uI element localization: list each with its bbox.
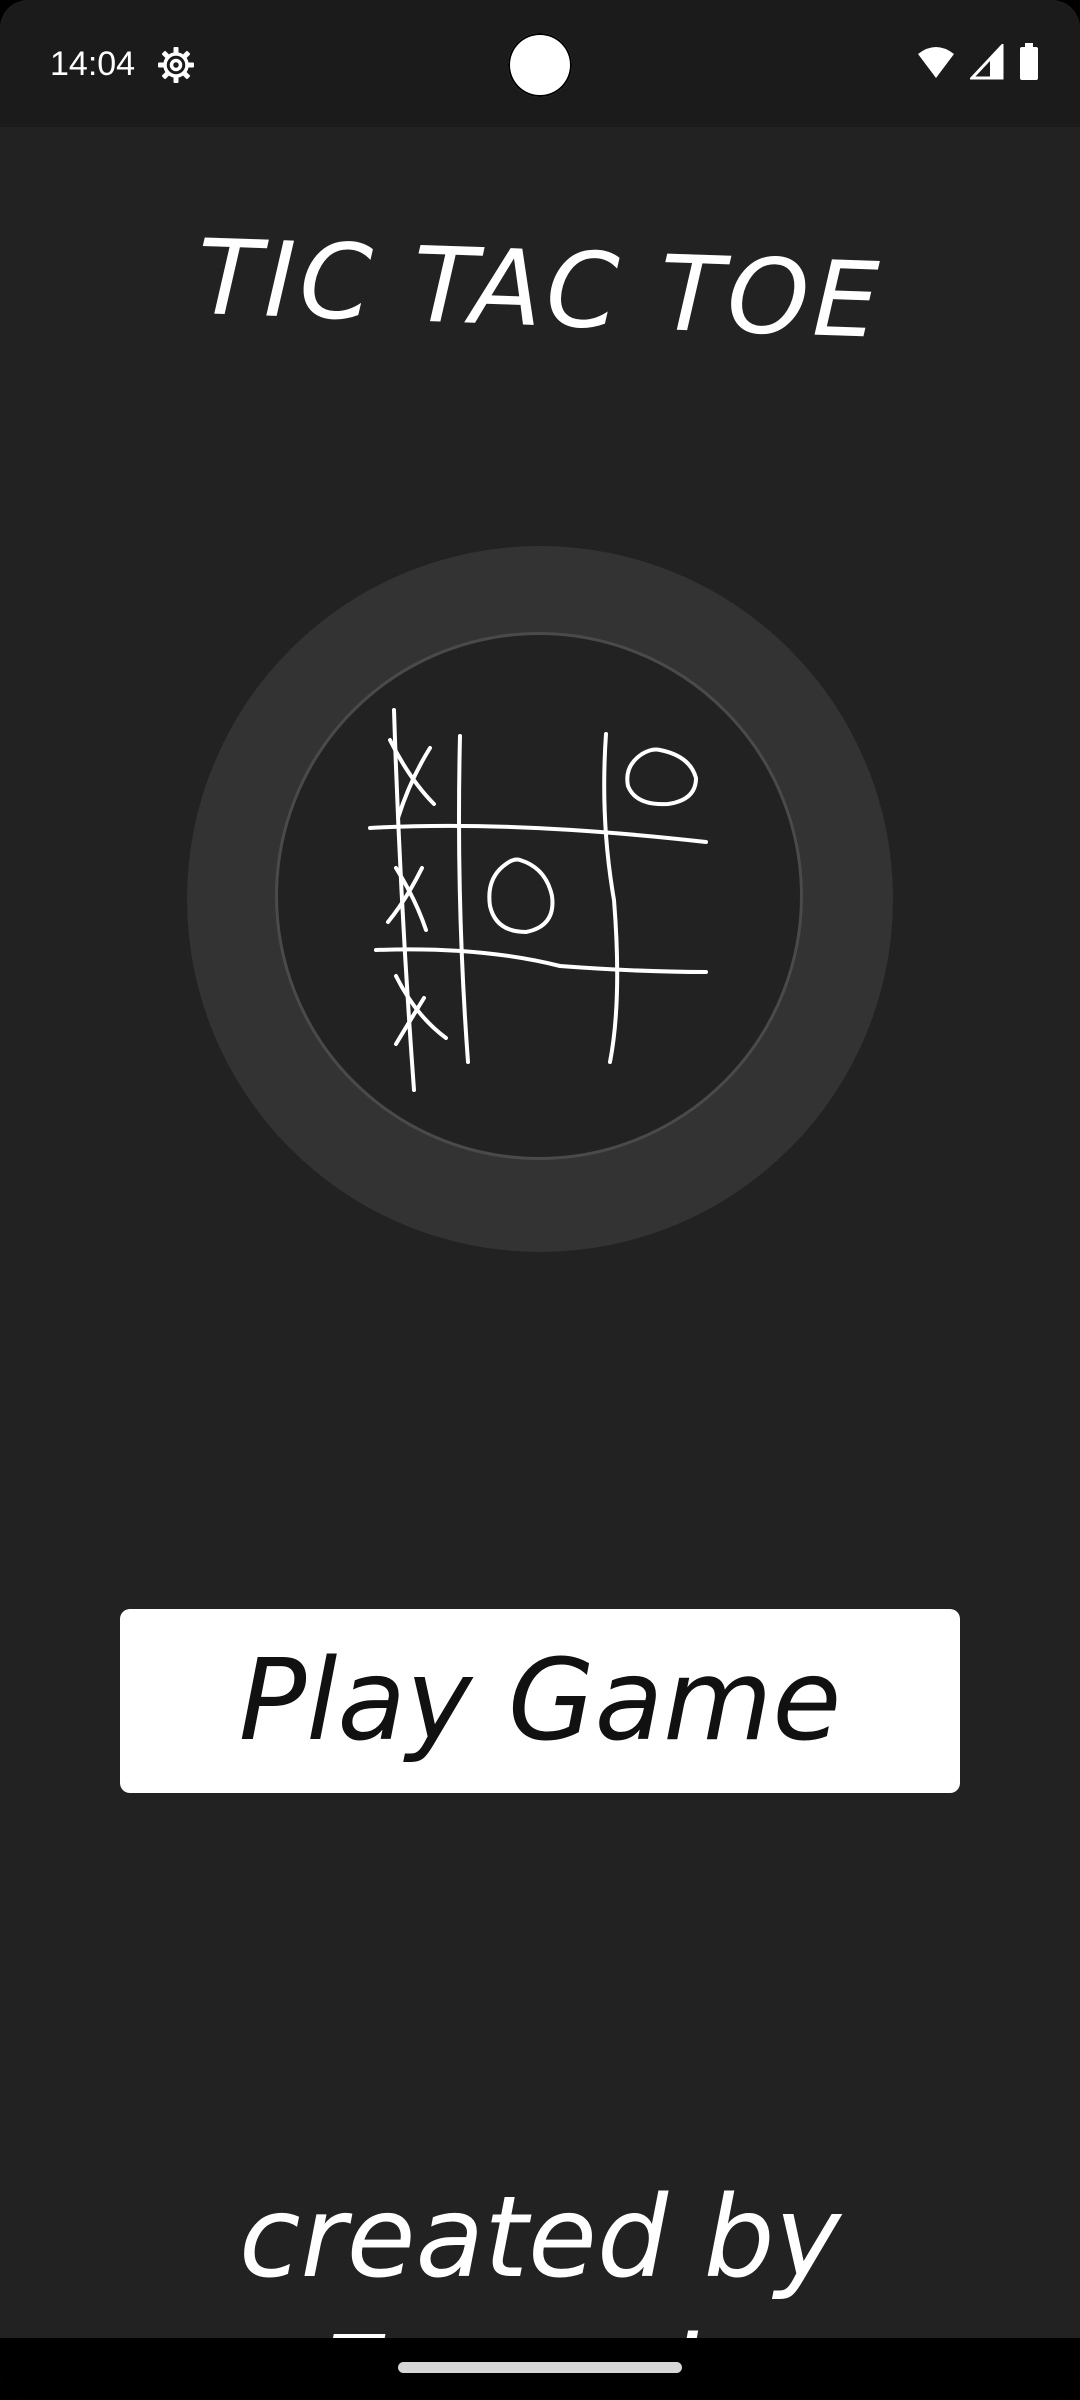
navigation-bar — [0, 2338, 1080, 2400]
gear-icon — [156, 45, 196, 85]
wifi-icon — [916, 44, 956, 84]
cell-signal-icon — [968, 42, 1004, 84]
battery-icon — [1018, 43, 1040, 85]
app-screen: 14:04 TIC TAC TOE Play Game created by — [0, 0, 1080, 2400]
tic-tac-toe-board-icon — [368, 708, 708, 1092]
status-bar: 14:04 — [0, 0, 1080, 127]
camera-cutout — [508, 33, 572, 97]
home-gesture-handle[interactable] — [398, 2362, 682, 2373]
play-game-button[interactable]: Play Game — [120, 1609, 960, 1793]
status-time: 14:04 — [50, 45, 136, 83]
status-icons — [916, 42, 1040, 85]
page-title: TIC TAC TOE — [195, 216, 885, 362]
